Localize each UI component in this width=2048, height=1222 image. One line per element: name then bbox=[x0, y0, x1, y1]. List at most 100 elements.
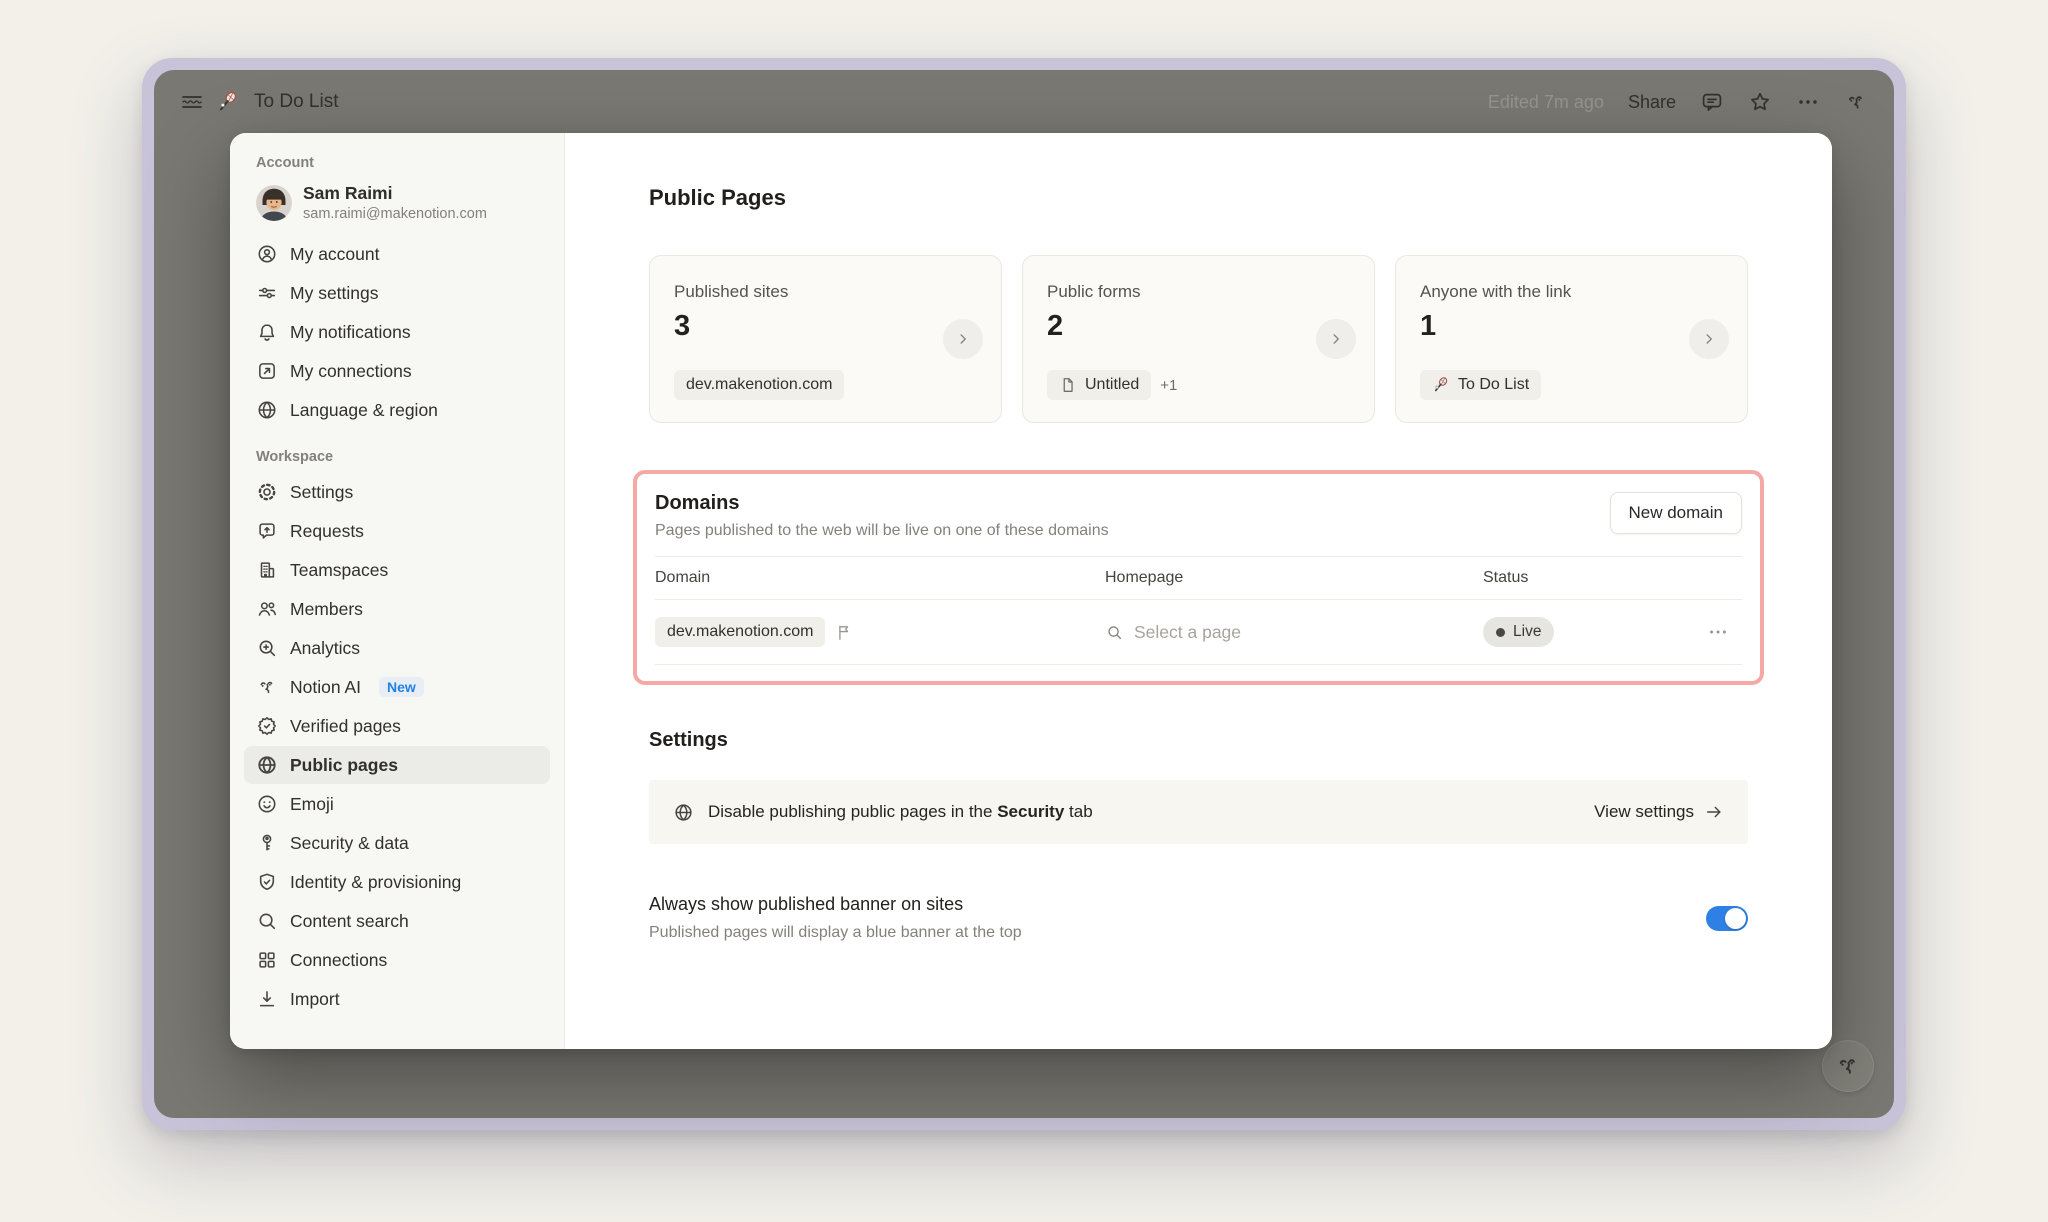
sidebar-item-my-notifications[interactable]: My notifications bbox=[244, 313, 550, 351]
bell-icon bbox=[256, 321, 278, 343]
user-profile[interactable]: Sam Raimi sam.raimi@makenotion.com bbox=[244, 179, 550, 235]
sidebar-item-identity-provisioning[interactable]: Identity & provisioning bbox=[244, 863, 550, 901]
chevron-right-button[interactable] bbox=[1689, 319, 1729, 359]
card-anyone-with-link[interactable]: Anyone with the link 1 To Do List bbox=[1395, 255, 1748, 423]
globe-icon bbox=[673, 802, 694, 823]
sidebar-item-notion-ai[interactable]: Notion AI New bbox=[244, 668, 550, 706]
card-public-forms[interactable]: Public forms 2 Untitled +1 bbox=[1022, 255, 1375, 423]
chip-label: Untitled bbox=[1085, 376, 1139, 394]
gear-icon bbox=[256, 481, 278, 503]
chevron-right-button[interactable] bbox=[1316, 319, 1356, 359]
security-banner: Disable publishing public pages in the S… bbox=[649, 780, 1748, 844]
more-pages-count: +1 bbox=[1160, 377, 1177, 394]
sidebar-item-label: Connections bbox=[290, 950, 387, 971]
magnifier-icon bbox=[256, 910, 278, 932]
sidebar-item-my-settings[interactable]: My settings bbox=[244, 274, 550, 312]
arrow-up-right-box-icon bbox=[256, 360, 278, 382]
domains-subtitle: Pages published to the web will be live … bbox=[655, 522, 1109, 540]
edited-timestamp: Edited 7m ago bbox=[1488, 92, 1604, 113]
card-label: Published sites bbox=[674, 282, 977, 302]
star-icon[interactable] bbox=[1748, 90, 1772, 114]
domain-chip[interactable]: dev.makenotion.com bbox=[655, 617, 825, 647]
sidebar-item-label: Content search bbox=[290, 911, 409, 932]
homepage-select[interactable]: Select a page bbox=[1105, 622, 1483, 643]
arrow-right-icon bbox=[1704, 802, 1724, 822]
sidebar-item-teamspaces[interactable]: Teamspaces bbox=[244, 551, 550, 589]
row-menu-button[interactable] bbox=[1694, 621, 1742, 643]
page-chip[interactable]: To Do List bbox=[1420, 370, 1541, 400]
badminton-racket-icon bbox=[216, 90, 240, 114]
globe-icon bbox=[256, 754, 278, 776]
smiley-icon bbox=[256, 793, 278, 815]
banner-text: Disable publishing public pages in the S… bbox=[708, 802, 1093, 822]
magnifier-plus-icon bbox=[256, 637, 278, 659]
domains-table-header: Domain Homepage Status bbox=[655, 556, 1742, 600]
toggle-subtitle: Published pages will display a blue bann… bbox=[649, 924, 1022, 942]
sidebar-item-connections[interactable]: Connections bbox=[244, 941, 550, 979]
banner-text-suffix: tab bbox=[1064, 802, 1092, 821]
user-name: Sam Raimi bbox=[303, 183, 487, 205]
settings-modal: Account Sam Raimi sam.raimi@makenotion.c… bbox=[230, 133, 1832, 1049]
banner-toggle-row: Always show published banner on sites Pu… bbox=[649, 894, 1748, 942]
comment-icon[interactable] bbox=[1700, 90, 1724, 114]
settings-section-title: Settings bbox=[649, 729, 1748, 752]
card-published-sites[interactable]: Published sites 3 dev.makenotion.com bbox=[649, 255, 1002, 423]
sidebar-item-label: My notifications bbox=[290, 322, 411, 343]
sidebar-item-label: Language & region bbox=[290, 400, 438, 421]
sidebar-item-label: Identity & provisioning bbox=[290, 872, 461, 893]
column-domain: Domain bbox=[655, 569, 1105, 587]
sidebar-item-my-account[interactable]: My account bbox=[244, 235, 550, 273]
globe-icon bbox=[256, 399, 278, 421]
new-domain-button[interactable]: New domain bbox=[1610, 492, 1743, 534]
key-icon bbox=[256, 832, 278, 854]
more-dots-icon[interactable] bbox=[1796, 90, 1820, 114]
page-title[interactable]: To Do List bbox=[254, 91, 338, 113]
notion-ai-icon bbox=[256, 676, 278, 698]
badminton-racket-icon bbox=[1432, 376, 1450, 394]
people-icon bbox=[256, 598, 278, 620]
sidebar-item-verified-pages[interactable]: Verified pages bbox=[244, 707, 550, 745]
sidebar-item-import[interactable]: Import bbox=[244, 980, 550, 1018]
sidebar-item-label: Public pages bbox=[290, 755, 398, 776]
sidebar-item-label: Import bbox=[290, 989, 340, 1010]
card-count: 3 bbox=[674, 310, 977, 343]
sidebar-item-public-pages[interactable]: Public pages bbox=[244, 746, 550, 784]
notion-ai-icon[interactable] bbox=[1844, 90, 1868, 114]
view-settings-link[interactable]: View settings bbox=[1594, 802, 1724, 822]
share-button[interactable]: Share bbox=[1628, 92, 1676, 113]
sidebar-item-requests[interactable]: Requests bbox=[244, 512, 550, 550]
sidebar-item-language-region[interactable]: Language & region bbox=[244, 391, 550, 429]
sidebar-item-my-connections[interactable]: My connections bbox=[244, 352, 550, 390]
sliders-icon bbox=[256, 282, 278, 304]
sidebar-item-settings[interactable]: Settings bbox=[244, 473, 550, 511]
sidebar-item-label: Requests bbox=[290, 521, 364, 542]
homepage-placeholder: Select a page bbox=[1134, 622, 1241, 643]
domain-chip[interactable]: dev.makenotion.com bbox=[674, 370, 844, 400]
flag-icon[interactable] bbox=[835, 623, 854, 642]
published-banner-toggle[interactable] bbox=[1706, 906, 1748, 931]
sidebar-item-content-search[interactable]: Content search bbox=[244, 902, 550, 940]
card-count: 1 bbox=[1420, 310, 1723, 343]
search-icon bbox=[1105, 623, 1124, 642]
domain-name: dev.makenotion.com bbox=[667, 623, 813, 641]
new-badge: New bbox=[379, 677, 424, 697]
sidebar-item-security-data[interactable]: Security & data bbox=[244, 824, 550, 862]
building-icon bbox=[256, 559, 278, 581]
sidebar-item-emoji[interactable]: Emoji bbox=[244, 785, 550, 823]
hamburger-menu-icon[interactable] bbox=[180, 90, 204, 114]
chevron-right-button[interactable] bbox=[943, 319, 983, 359]
view-settings-label: View settings bbox=[1594, 802, 1694, 822]
live-dot-icon bbox=[1496, 628, 1505, 637]
sidebar-item-label: Teamspaces bbox=[290, 560, 388, 581]
card-label: Public forms bbox=[1047, 282, 1350, 302]
speech-up-arrow-icon bbox=[256, 520, 278, 542]
sidebar-item-members[interactable]: Members bbox=[244, 590, 550, 628]
section-label-account: Account bbox=[244, 155, 550, 171]
stat-cards: Published sites 3 dev.makenotion.com Pub… bbox=[649, 255, 1748, 423]
sidebar-item-label: My account bbox=[290, 244, 379, 265]
page-chip[interactable]: Untitled bbox=[1047, 370, 1151, 400]
public-pages-panel: Public Pages Published sites 3 dev.maken… bbox=[565, 133, 1832, 1049]
card-count: 2 bbox=[1047, 310, 1350, 343]
download-icon bbox=[256, 988, 278, 1010]
sidebar-item-analytics[interactable]: Analytics bbox=[244, 629, 550, 667]
